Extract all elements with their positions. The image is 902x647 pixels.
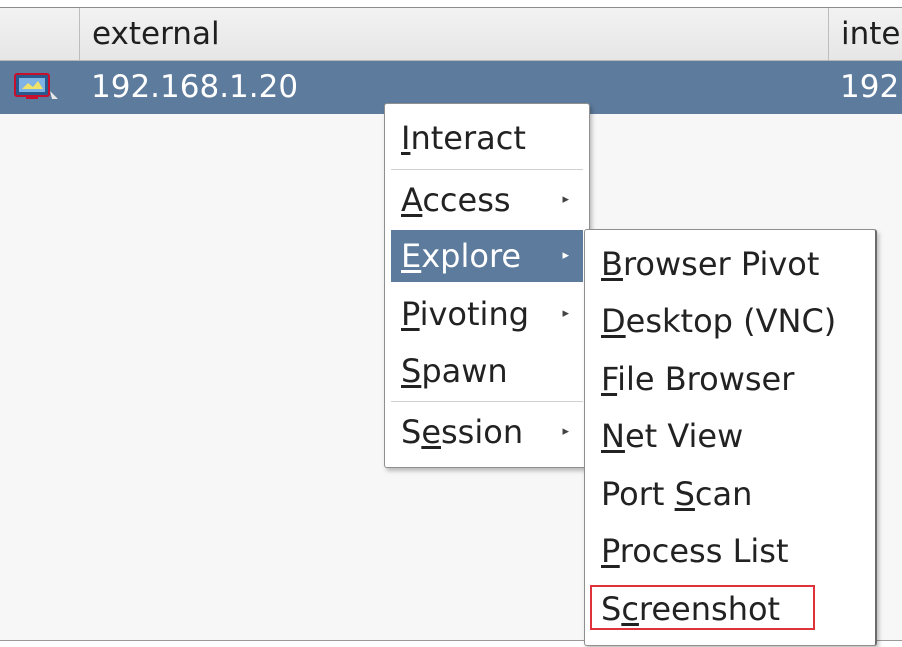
menu-separator [391,169,583,170]
menu-item-label: can [694,475,753,513]
menu-item-mnemonic: D [601,302,626,340]
menu-item-mnemonic: S [401,352,422,390]
menu-item-mnemonic: e [421,413,441,451]
menu-item-label: ivoting [419,295,530,333]
menu-item-mnemonic: E [401,237,422,275]
menu-item-label: ccess [422,181,511,219]
menu-separator [391,401,583,402]
menu-item-mnemonic: N [601,417,625,455]
window-top-edge [0,0,902,8]
menu-item-label: Port [601,475,675,513]
menu-item-port-scan[interactable]: Port Scan [591,468,869,520]
column-header-internal[interactable]: inte [828,8,902,60]
context-menu: Interact Access ▸ Explore ▸ Pivoting ▸ S… [384,103,590,468]
menu-item-label: ile Browser [617,360,795,398]
menu-item-label: ssion [441,413,524,451]
screenshot-highlight-box [590,585,815,630]
row-internal-ip: 192 [840,69,900,105]
submenu-arrow-icon: ▸ [562,248,569,263]
submenu-arrow-icon: ▸ [562,306,569,321]
menu-item-desktop-vnc[interactable]: Desktop (VNC) [591,295,869,347]
menu-item-session[interactable]: Session ▸ [391,406,583,458]
menu-item-label: pawn [421,352,508,390]
menu-item-mnemonic: F [601,360,618,398]
menu-item-explore[interactable]: Explore ▸ [391,230,583,282]
row-external-ip: 192.168.1.20 [91,69,299,105]
menu-item-mnemonic: P [401,295,420,333]
submenu-arrow-icon: ▸ [562,424,569,439]
table-header: external inte [0,8,902,61]
host-computer-icon [14,73,58,99]
menu-item-label: xplore [421,237,522,275]
explore-submenu: Browser Pivot Desktop (VNC) File Browser… [584,229,877,646]
menu-item-label: rowser Pivot [622,245,820,283]
submenu-arrow-icon: ▸ [562,192,569,207]
menu-item-label: esktop (VNC) [625,302,837,340]
menu-item-browser-pivot[interactable]: Browser Pivot [591,238,869,290]
column-header-icon[interactable] [0,8,79,60]
menu-item-process-list[interactable]: Process List [591,525,869,577]
menu-item-access[interactable]: Access ▸ [391,174,583,226]
menu-item-interact[interactable]: Interact [391,112,583,164]
menu-item-label: nteract [410,119,526,157]
menu-item-mnemonic: A [401,181,423,219]
menu-item-label: et View [624,417,744,455]
menu-item-spawn[interactable]: Spawn [391,345,583,397]
column-header-external[interactable]: external [79,8,828,60]
menu-item-label: S [401,413,422,451]
menu-item-net-view[interactable]: Net View [591,410,869,462]
menu-item-mnemonic: S [674,475,695,513]
menu-item-label: rocess List [619,532,789,570]
menu-item-mnemonic: B [601,245,623,283]
menu-item-mnemonic: P [601,532,620,570]
menu-item-file-browser[interactable]: File Browser [591,353,869,405]
menu-item-pivoting[interactable]: Pivoting ▸ [391,288,583,340]
